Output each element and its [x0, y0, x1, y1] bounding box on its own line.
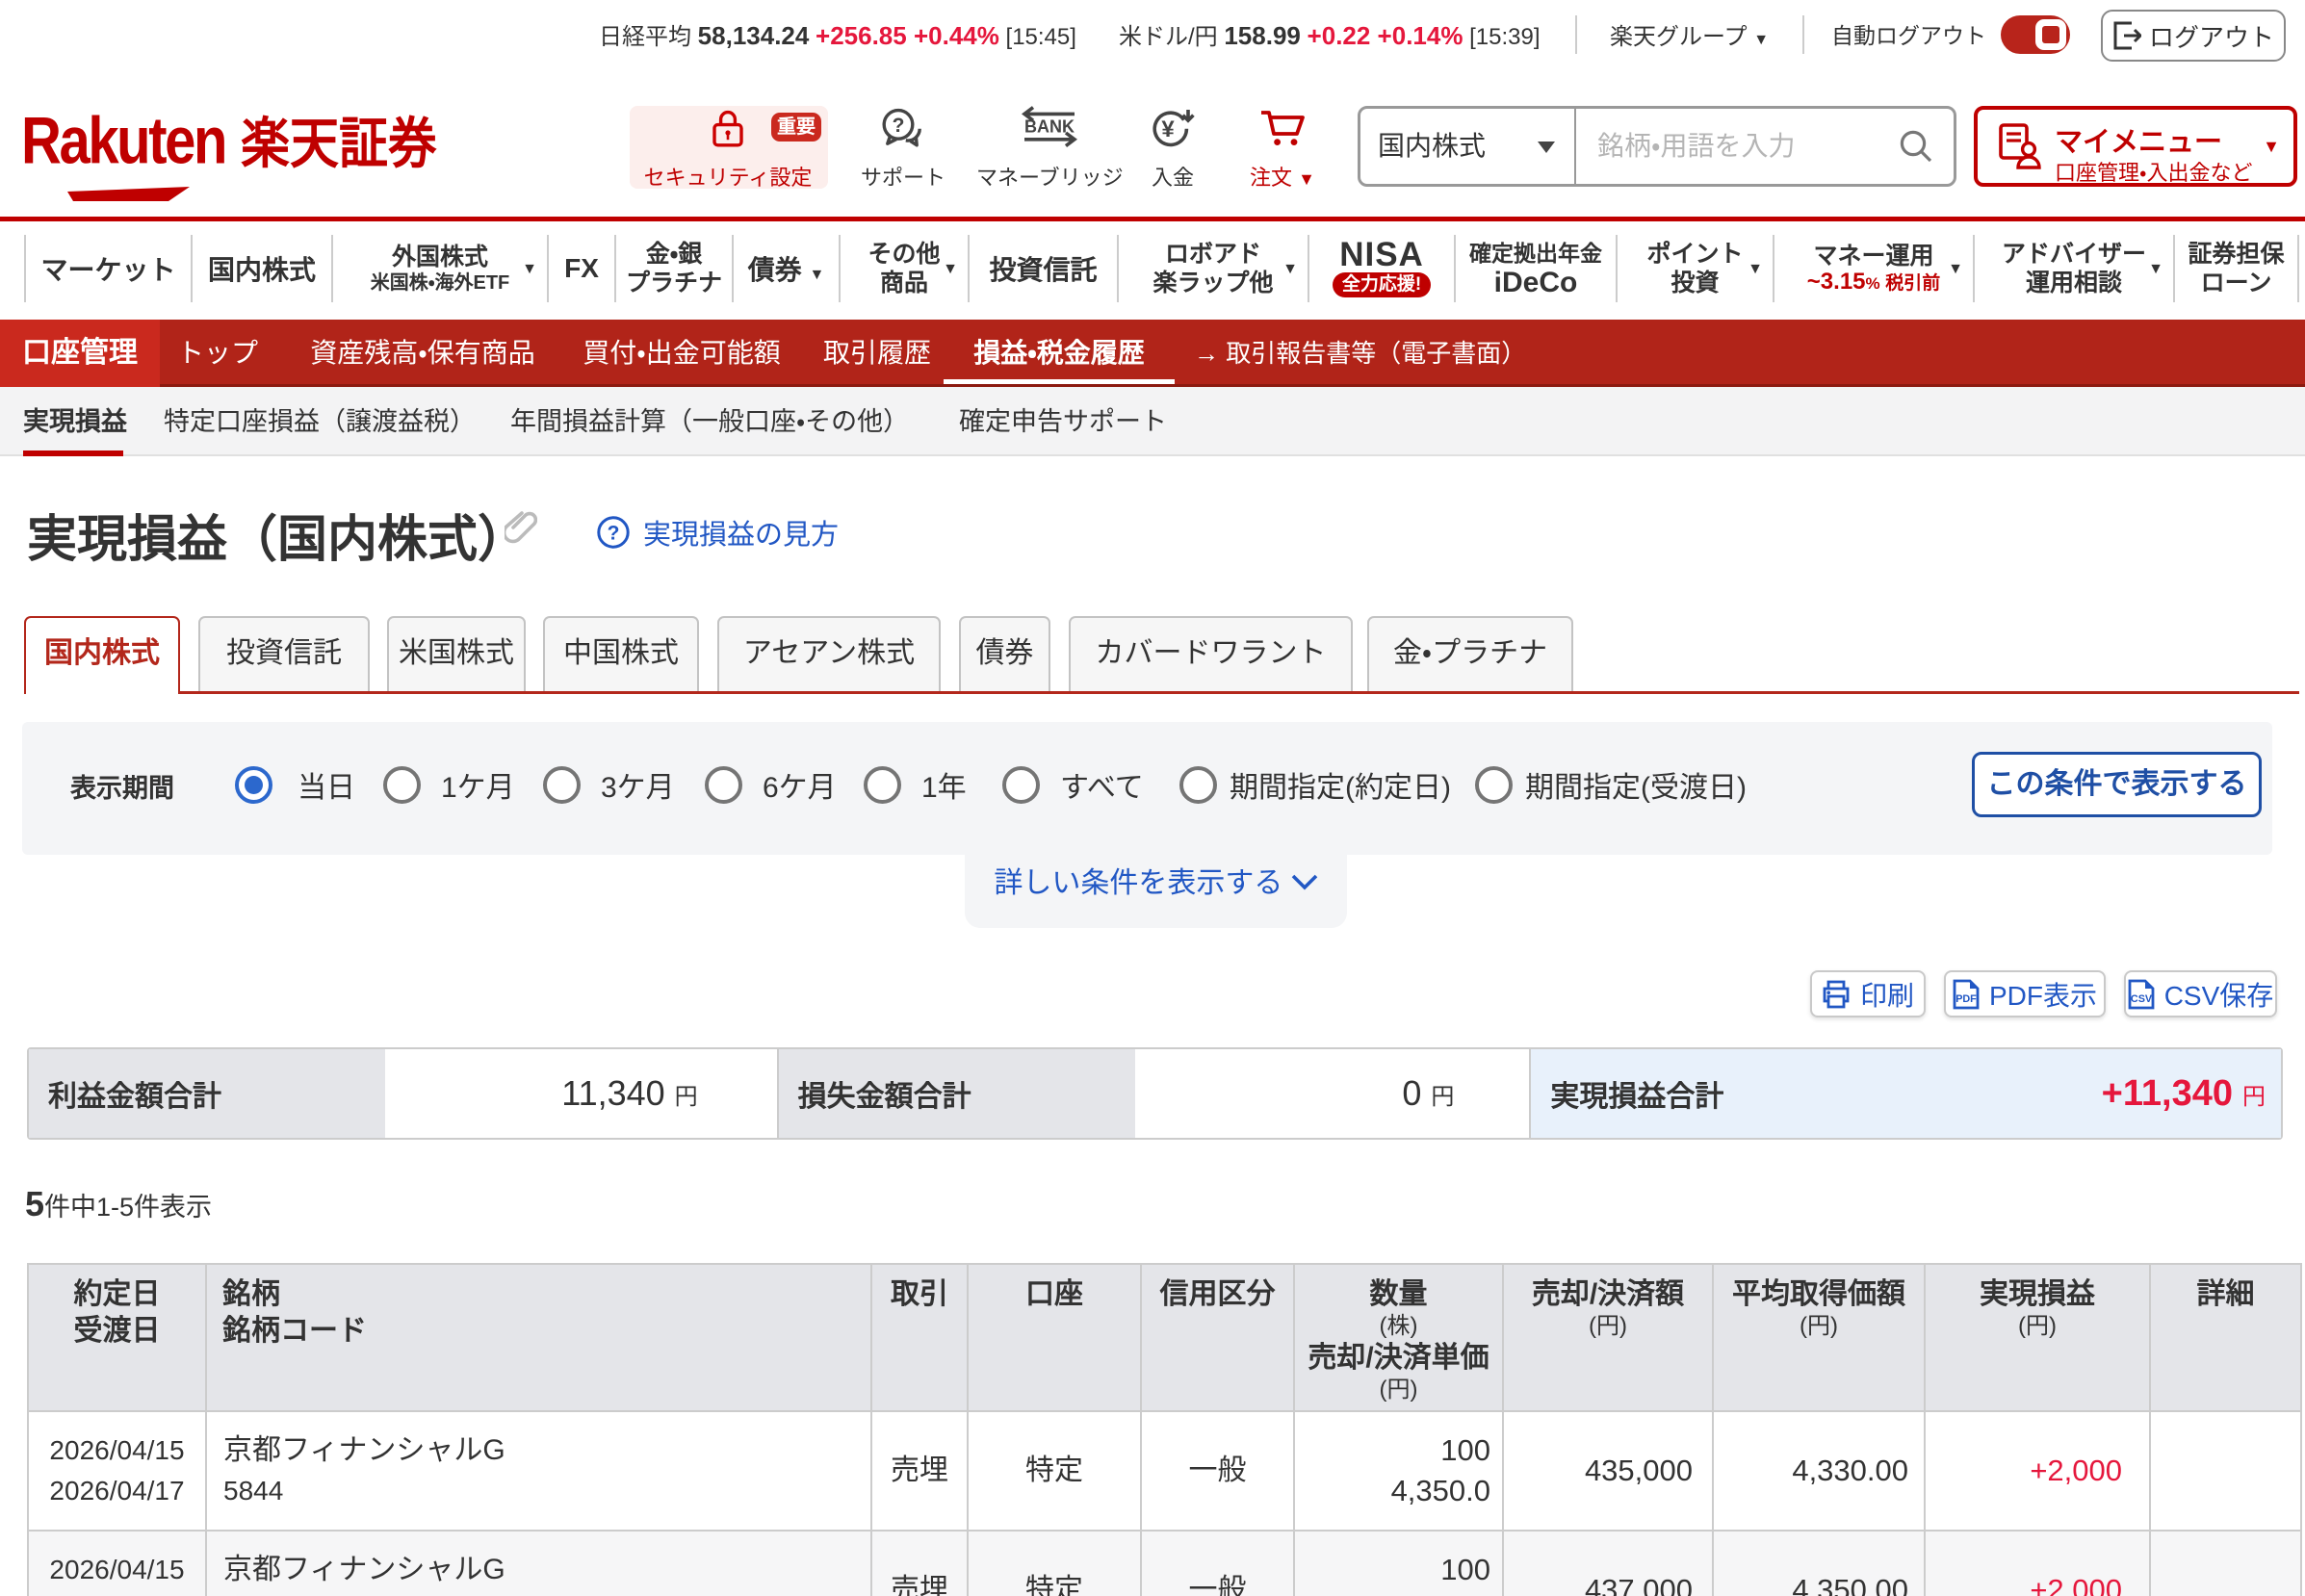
svg-text:?: ?: [893, 115, 905, 137]
svg-text:楽天証券: 楽天証券: [241, 114, 437, 174]
svg-text:CSV: CSV: [2131, 993, 2153, 1005]
svg-text:BANK: BANK: [1024, 117, 1075, 137]
svg-text:¥: ¥: [1161, 116, 1175, 142]
svg-text:PDF: PDF: [1955, 993, 1977, 1005]
svg-text:?: ?: [608, 522, 620, 544]
svg-text:Rakuten: Rakuten: [21, 105, 225, 178]
